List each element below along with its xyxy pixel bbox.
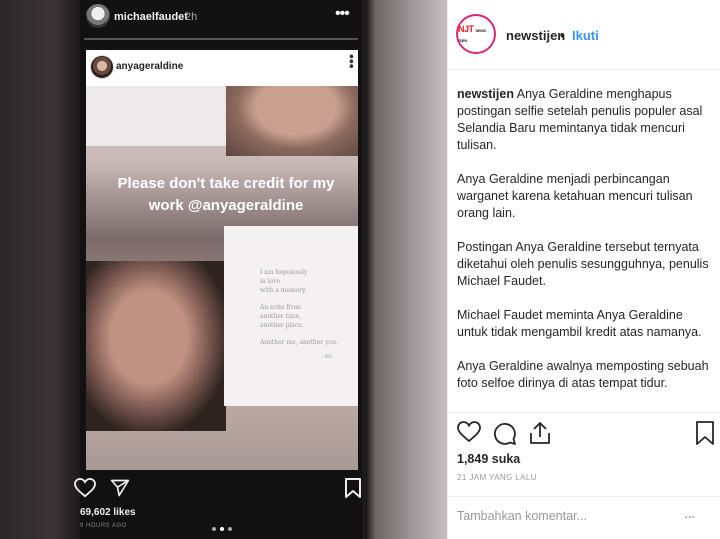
post-time-ago: 21 JAM YANG LALU: [457, 473, 537, 482]
more-dots-icon: •••: [335, 5, 350, 22]
brand-avatar[interactable]: NJT NEWS TIJEN: [456, 14, 496, 54]
more-dots-icon[interactable]: ...: [684, 505, 695, 523]
photo-face-top: [226, 86, 358, 156]
poem-line: Another me, another you.: [260, 339, 338, 346]
more-dots-icon: •••: [344, 54, 360, 69]
embedded-post-card: anyageraldine ••• Please don't take cred…: [86, 50, 360, 470]
brand-logo: NJT NEWS TIJEN: [458, 24, 486, 43]
caption-paragraph: Postingan Anya Geraldine tersebut ternya…: [457, 240, 709, 288]
story-progress-bar: [84, 38, 358, 40]
story-avatar: [86, 4, 110, 28]
comment-section: ...: [448, 496, 720, 539]
poem-line: with a memory.: [260, 287, 307, 294]
bookmark-icon[interactable]: [696, 421, 714, 450]
poem-line: another time,: [260, 313, 302, 320]
post-caption: newstijen Anya Geraldine menghapus posti…: [457, 86, 713, 409]
poem-line: I am hopelessly: [260, 269, 308, 276]
post-sidebar: NJT NEWS TIJEN newstijen • Ikuti newstij…: [447, 0, 720, 539]
story-screenshot: michaelfaudet 2h ••• anyageraldine ••• P…: [74, 0, 362, 539]
comment-icon[interactable]: [493, 421, 517, 450]
post-media[interactable]: michaelfaudet 2h ••• anyageraldine ••• P…: [0, 0, 447, 539]
send-icon: [110, 478, 130, 503]
caption-paragraph: Anya Geraldine awalnya memposting sebuah…: [457, 359, 709, 390]
story-username: michaelfaudet: [114, 11, 188, 23]
embedded-photo: Please don't take credit for my work @an…: [86, 86, 358, 470]
post-actions: [448, 412, 720, 448]
caption-username[interactable]: newstijen: [457, 87, 514, 101]
story-header: michaelfaudet 2h •••: [80, 0, 362, 38]
post-header: NJT NEWS TIJEN newstijen • Ikuti: [448, 0, 720, 70]
poem-card: I am hopelessly in love with a memory. A…: [224, 226, 358, 406]
heart-icon: [74, 477, 96, 503]
share-icon[interactable]: [529, 421, 551, 450]
embedded-avatar: [90, 55, 114, 79]
bookmark-icon: [345, 478, 361, 503]
embedded-post-header: anyageraldine •••: [86, 50, 360, 86]
carousel-dot: [212, 527, 216, 531]
caption-paragraph: newstijen Anya Geraldine menghapus posti…: [457, 87, 703, 152]
carousel-dot-active: [220, 527, 224, 531]
poem-line: in love: [260, 278, 281, 285]
carousel-dot: [228, 527, 232, 531]
story-time: 2h: [185, 11, 198, 23]
separator-dot: •: [560, 28, 565, 43]
photo-quote-text: Please don't take credit for my work @an…: [117, 175, 335, 214]
follow-button[interactable]: Ikuti: [572, 28, 599, 43]
caption-paragraph: Michael Faudet meminta Anya Geraldine un…: [457, 308, 702, 339]
photo-face-bottom: [86, 261, 226, 431]
caption-paragraph: Anya Geraldine menjadi perbincangan warg…: [457, 172, 693, 220]
story-likes-count: 69,602 likes: [80, 507, 136, 518]
embedded-username: anyageraldine: [116, 61, 184, 72]
story-time-ago: 9 HOURS AGO: [80, 523, 127, 529]
heart-icon[interactable]: [457, 421, 481, 448]
poem-line: An echo from: [260, 304, 301, 311]
carousel-indicator: [210, 518, 234, 536]
photo-background: [86, 86, 226, 146]
post-username[interactable]: newstijen: [506, 28, 565, 43]
poem-line: another place.: [260, 322, 304, 329]
likes-count[interactable]: 1,849 suka: [457, 452, 520, 466]
comment-input[interactable]: [457, 509, 657, 523]
poem-signature: - AG: [321, 354, 332, 360]
